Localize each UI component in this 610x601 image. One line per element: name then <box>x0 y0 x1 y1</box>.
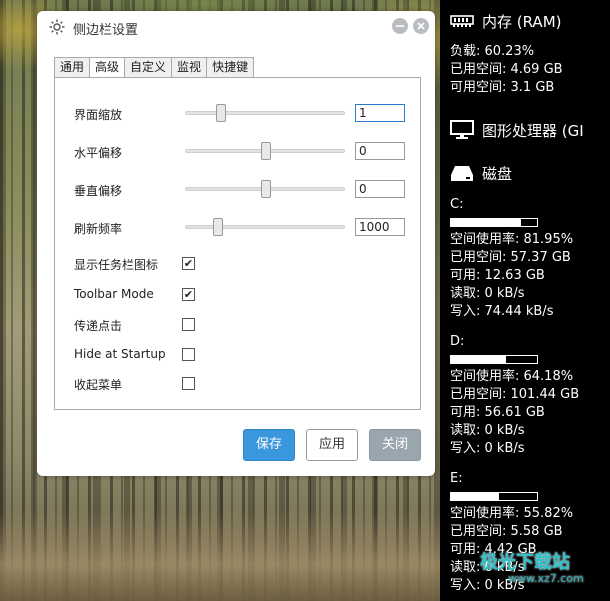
watermark-logo: 极光下载站 www.xz7.com <box>480 548 584 585</box>
close-icon <box>417 22 425 30</box>
drive-usage-bar <box>450 218 538 227</box>
slider-thumb[interactable] <box>261 180 271 198</box>
slider-thumb[interactable] <box>216 104 226 122</box>
system-monitor-sidebar: 内存 (RAM) 负载: 60.23% 已用空间: 4.69 GB 可用空间: … <box>440 0 610 601</box>
wallpaper-grass <box>0 511 440 601</box>
click-through-checkbox[interactable] <box>182 318 195 331</box>
disk-title: 磁盘 <box>482 164 513 183</box>
hide-at-startup-label: Hide at Startup <box>74 347 166 361</box>
watermark-sub: www.xz7.com <box>508 572 584 585</box>
drive-name: C: <box>450 197 464 212</box>
drive-used: 已用空间: 57.37 GB <box>450 250 571 265</box>
refresh-rate-slider[interactable] <box>185 218 345 236</box>
ram-free: 可用空间: 3.1 GB <box>450 80 555 95</box>
drive-usage: 空间使用率: 81.95% <box>450 232 574 247</box>
gpu-section-title: 图形处理器 (GI <box>450 115 610 145</box>
vertical-offset-slider[interactable] <box>185 180 345 198</box>
minimize-icon <box>396 25 404 27</box>
ui-scale-slider[interactable] <box>185 104 345 122</box>
close-button[interactable]: 关闭 <box>369 429 421 461</box>
drive-used: 已用空间: 101.44 GB <box>450 387 580 402</box>
show-taskbar-icon-label: 显示任务栏图标 <box>74 258 159 272</box>
drive-name: E: <box>450 471 463 486</box>
hide-at-startup-checkbox[interactable] <box>182 348 195 361</box>
dialog-title: 侧边栏设置 <box>73 23 139 38</box>
settings-tabs: 通用 高级 自定义 监视 快捷键 <box>54 57 255 78</box>
vertical-offset-input[interactable] <box>355 180 405 198</box>
horizontal-offset-label: 水平偏移 <box>74 146 123 160</box>
drive-c: C: 空间使用率: 81.95% 已用空间: 57.37 GB 可用: 12.6… <box>450 196 610 321</box>
collapse-menu-label: 收起菜单 <box>74 378 123 392</box>
gear-icon <box>49 19 65 35</box>
drive-write: 写入: 74.44 kB/s <box>450 304 554 319</box>
drive-d: D: 空间使用率: 64.18% 已用空间: 101.44 GB 可用: 56.… <box>450 333 610 458</box>
drive-write: 写入: 0 kB/s <box>450 441 525 456</box>
horizontal-offset-input[interactable] <box>355 142 405 160</box>
close-window-button[interactable] <box>413 18 429 34</box>
gpu-title: 图形处理器 (GI <box>482 121 584 140</box>
drive-usage-bar <box>450 355 538 364</box>
slider-thumb[interactable] <box>261 142 271 160</box>
monitor-icon <box>450 120 474 139</box>
ram-icon <box>450 15 474 27</box>
drive-usage-fill <box>451 219 522 226</box>
watermark-main: 极光下载站 <box>480 552 570 573</box>
drive-usage-bar <box>450 492 538 501</box>
toolbar-mode-checkbox[interactable]: ✔ <box>182 288 195 301</box>
show-taskbar-icon-checkbox[interactable]: ✔ <box>182 257 195 270</box>
tab-monitor[interactable]: 监视 <box>171 57 208 77</box>
tab-hotkeys[interactable]: 快捷键 <box>206 57 255 77</box>
slider-thumb[interactable] <box>213 218 223 236</box>
tab-advanced[interactable]: 高级 <box>89 57 126 78</box>
disk-section-title: 磁盘 <box>450 158 610 188</box>
drive-name: D: <box>450 334 465 349</box>
drive-usage-fill <box>451 356 507 363</box>
vertical-offset-label: 垂直偏移 <box>74 184 123 198</box>
hard-drive-icon <box>451 166 473 181</box>
drive-free: 可用: 12.63 GB <box>450 268 545 283</box>
ui-scale-label: 界面缩放 <box>74 108 123 122</box>
ram-used: 已用空间: 4.69 GB <box>450 62 563 77</box>
drive-read: 读取: 0 kB/s <box>450 286 525 301</box>
toolbar-mode-label: Toolbar Mode <box>74 287 154 301</box>
advanced-settings-panel: 界面缩放 水平偏移 垂直偏移 刷新频率 显示任务栏图标 ✔ Toolbar Mo… <box>54 77 421 410</box>
drive-used: 已用空间: 5.58 GB <box>450 524 563 539</box>
horizontal-offset-slider[interactable] <box>185 142 345 160</box>
dialog-titlebar[interactable]: 侧边栏设置 <box>37 11 435 43</box>
tab-general[interactable]: 通用 <box>54 57 91 77</box>
ui-scale-input[interactable] <box>355 104 405 122</box>
minimize-button[interactable] <box>392 18 408 34</box>
tab-custom[interactable]: 自定义 <box>124 57 173 77</box>
sidebar-settings-dialog: 侧边栏设置 通用 高级 自定义 监视 快捷键 界面缩放 水平偏移 垂直偏移 刷新… <box>37 11 435 476</box>
refresh-rate-input[interactable] <box>355 218 405 236</box>
save-button[interactable]: 保存 <box>243 429 295 461</box>
refresh-rate-label: 刷新频率 <box>74 222 123 236</box>
drive-usage: 空间使用率: 55.82% <box>450 506 574 521</box>
ram-title: 内存 (RAM) <box>482 12 562 31</box>
drive-usage: 空间使用率: 64.18% <box>450 369 574 384</box>
drive-free: 可用: 56.61 GB <box>450 405 545 420</box>
ram-load: 负载: 60.23% <box>450 44 535 59</box>
drive-usage-fill <box>451 493 499 500</box>
collapse-menu-checkbox[interactable] <box>182 377 195 390</box>
click-through-label: 传递点击 <box>74 319 123 333</box>
apply-button[interactable]: 应用 <box>306 429 358 461</box>
ram-section-title: 内存 (RAM) <box>450 6 610 36</box>
drive-read: 读取: 0 kB/s <box>450 423 525 438</box>
